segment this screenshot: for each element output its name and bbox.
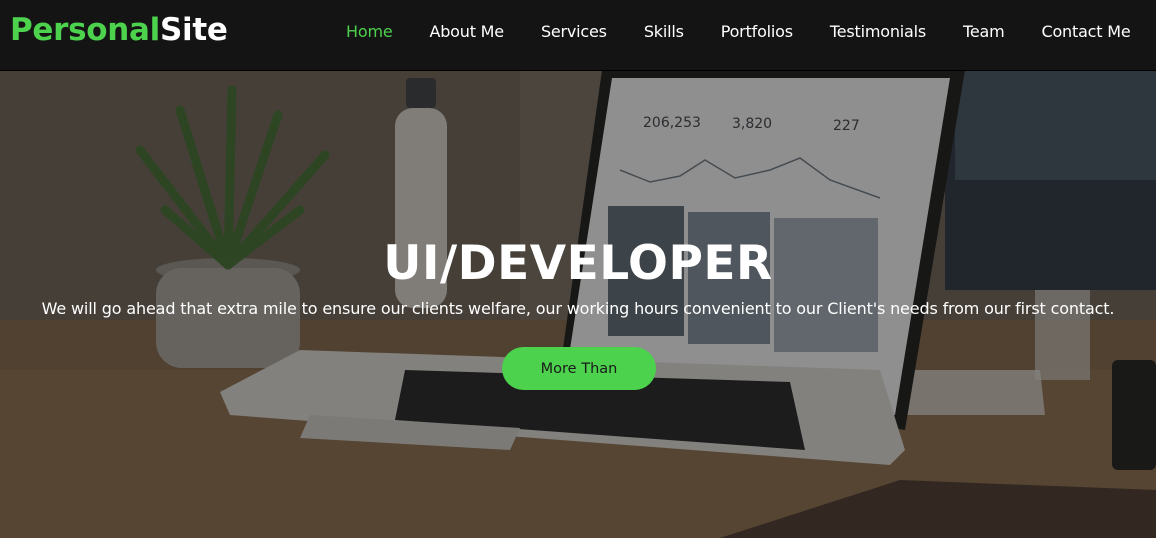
nav-item-contact: Contact Me <box>1023 22 1149 41</box>
page: PersonalSite Home About Me Services Skil… <box>0 0 1156 538</box>
nav-link-home[interactable]: Home <box>328 22 411 41</box>
nav-item-testimonials: Testimonials <box>811 22 944 41</box>
logo-part-personal: Personal <box>10 12 160 48</box>
navbar: PersonalSite Home About Me Services Skil… <box>0 0 1156 70</box>
hero-section: 206,253 3,820 227 UI/DEVELOPER We will g… <box>0 70 1156 538</box>
hero-description: We will go ahead that extra mile to ensu… <box>41 299 1115 318</box>
nav-item-portfolios: Portfolios <box>702 22 811 41</box>
nav-link-about-me[interactable]: About Me <box>411 22 522 41</box>
nav-link-team[interactable]: Team <box>945 22 1024 41</box>
nav-link-services[interactable]: Services <box>522 22 625 41</box>
nav-link-contact-me[interactable]: Contact Me <box>1023 22 1149 41</box>
nav-item-about: About Me <box>411 22 522 41</box>
hero-content: UI/DEVELOPER We will go ahead that extra… <box>0 70 1156 538</box>
nav-item-home: Home <box>328 22 411 41</box>
site-logo[interactable]: PersonalSite <box>10 10 228 50</box>
more-than-button[interactable]: More Than <box>502 347 656 390</box>
nav-item-services: Services <box>522 22 625 41</box>
nav-link-skills[interactable]: Skills <box>625 22 702 41</box>
logo-part-site: Site <box>160 12 228 48</box>
main-nav: Home About Me Services Skills Portfolios… <box>328 0 1149 62</box>
nav-link-portfolios[interactable]: Portfolios <box>702 22 811 41</box>
hero-title: UI/DEVELOPER <box>383 236 773 291</box>
nav-item-team: Team <box>945 22 1024 41</box>
nav-item-skills: Skills <box>625 22 702 41</box>
nav-link-testimonials[interactable]: Testimonials <box>811 22 944 41</box>
